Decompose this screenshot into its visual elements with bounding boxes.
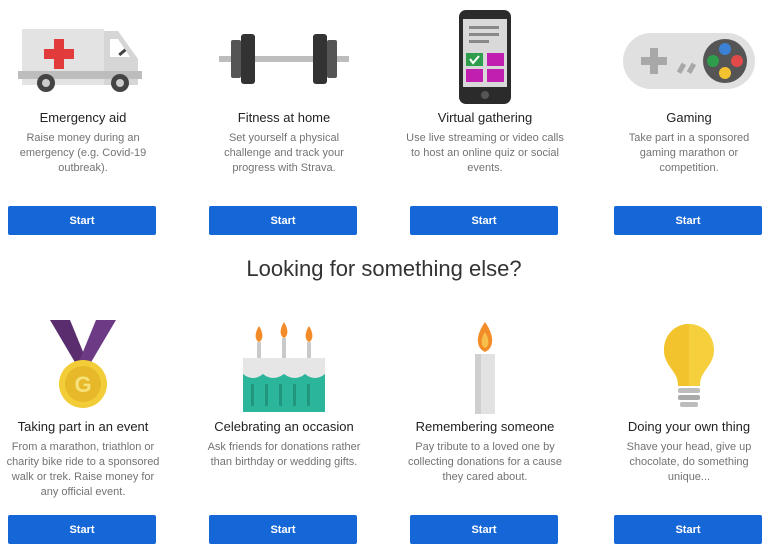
card-title: Taking part in an event	[17, 419, 149, 434]
start-button-remembering-someone[interactable]: Start	[410, 515, 558, 544]
dumbbell-icon	[219, 34, 349, 84]
start-button-emergency-aid[interactable]: Start	[8, 206, 156, 235]
card-description: Set yourself a physical challenge and tr…	[224, 132, 344, 174]
card-title: Doing your own thing	[627, 419, 751, 434]
start-button-fitness-at-home[interactable]: Start	[209, 206, 357, 235]
candle-icon	[475, 322, 495, 414]
card-title: Gaming	[666, 110, 712, 125]
start-button-doing-your-own-thing[interactable]: Start	[614, 515, 762, 544]
phone-icon	[459, 10, 511, 104]
card-description: Shave your head, give up chocolate, do s…	[626, 441, 752, 483]
card-description: Ask friends for donations rather than bi…	[207, 441, 361, 468]
start-button-virtual-gathering[interactable]: Start	[410, 206, 558, 235]
card-title: Emergency aid	[39, 110, 127, 125]
section-heading: Looking for something else?	[246, 256, 522, 281]
gamepad-icon	[623, 33, 755, 89]
medal-letter: G	[74, 372, 91, 397]
start-button-gaming[interactable]: Start	[614, 206, 762, 235]
card-title: Virtual gathering	[437, 110, 533, 125]
medal-icon: G	[50, 320, 116, 408]
card-description: Raise money during an emergency (e.g. Co…	[19, 132, 147, 174]
card-title: Celebrating an occasion	[214, 419, 354, 434]
card-description: Take part in a sponsored gaming marathon…	[628, 132, 750, 174]
lightbulb-icon	[664, 324, 714, 407]
card-description: Use live streaming or video calls to hos…	[406, 132, 564, 174]
card-description: Pay tribute to a loved one by collecting…	[407, 441, 563, 483]
birthday-cake-icon	[243, 322, 325, 412]
card-title: Fitness at home	[237, 110, 331, 125]
card-title: Remembering someone	[415, 419, 555, 434]
ambulance-icon	[18, 29, 142, 92]
start-button-taking-part-in-an-event[interactable]: Start	[8, 515, 156, 544]
start-button-celebrating-an-occasion[interactable]: Start	[209, 515, 357, 544]
card-description: From a marathon, triathlon or charity bi…	[6, 441, 160, 498]
